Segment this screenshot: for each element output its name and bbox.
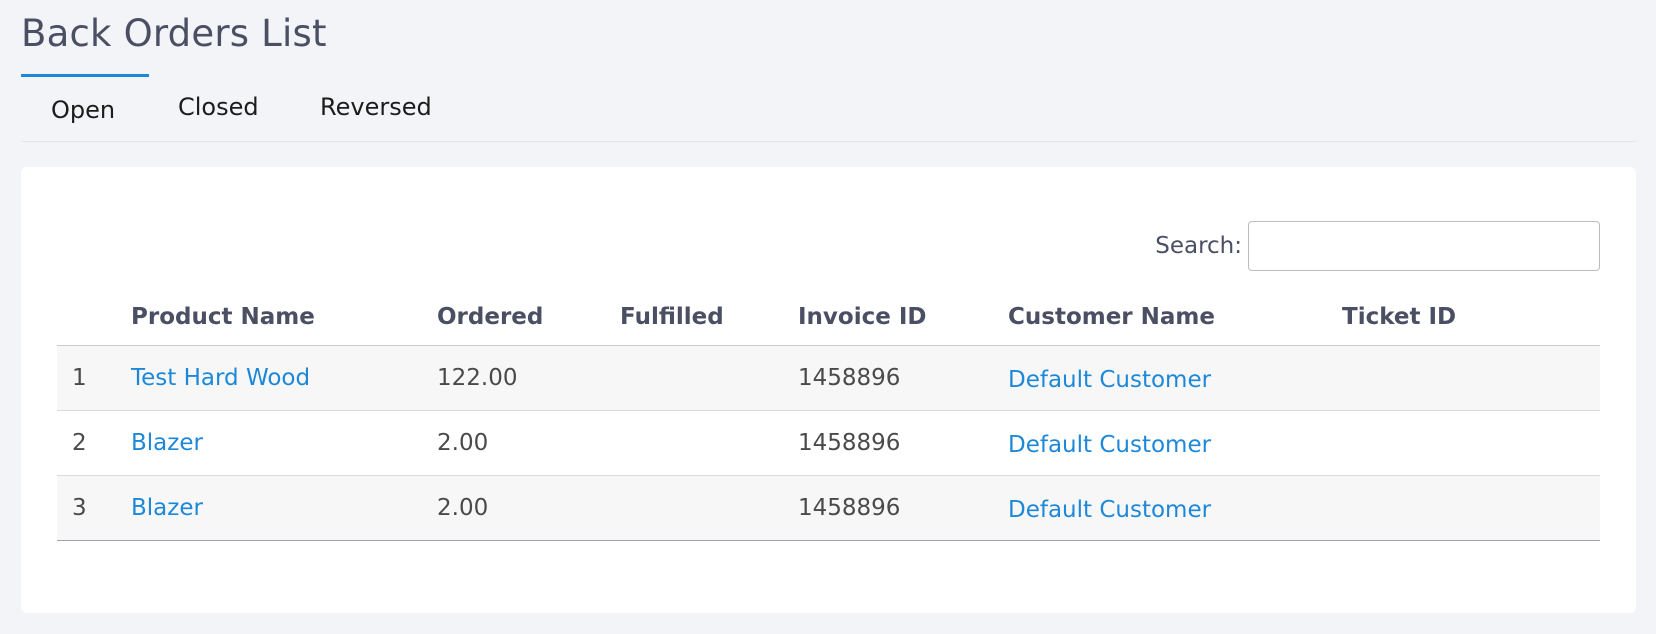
active-tab-indicator: [21, 74, 149, 77]
column-header-fulfilled[interactable]: Fulfilled: [620, 289, 798, 346]
table-row: 2 Blazer 2.00 1458896 Default Customer: [57, 410, 1600, 476]
customer-name-cell: Default Customer: [1008, 475, 1342, 541]
product-name-cell: Blazer: [131, 475, 437, 541]
invoice-id-cell: 1458896: [798, 475, 1008, 541]
page-title: Back Orders List: [21, 12, 327, 55]
column-header-customer-name[interactable]: Customer Name: [1008, 289, 1342, 346]
tab-closed[interactable]: Closed: [178, 93, 259, 121]
ordered-cell: 122.00: [437, 345, 620, 411]
table-row: 3 Blazer 2.00 1458896 Default Customer: [57, 475, 1600, 541]
product-link[interactable]: Test Hard Wood: [131, 365, 310, 391]
customer-link[interactable]: Default Customer: [1008, 497, 1211, 523]
fulfilled-cell: [620, 475, 798, 541]
column-header-product-name[interactable]: Product Name: [131, 289, 437, 346]
back-orders-card: Search: Product Name Ordered Fulfilled I…: [21, 167, 1636, 613]
search-group: Search:: [1155, 221, 1600, 271]
product-link[interactable]: Blazer: [131, 430, 203, 456]
tab-open[interactable]: Open: [51, 96, 115, 124]
customer-link[interactable]: Default Customer: [1008, 432, 1211, 458]
search-label: Search:: [1155, 233, 1242, 259]
customer-link[interactable]: Default Customer: [1008, 367, 1211, 393]
back-orders-table: Product Name Ordered Fulfilled Invoice I…: [57, 289, 1600, 541]
table-row: 1 Test Hard Wood 122.00 1458896 Default …: [57, 345, 1600, 411]
tab-reversed[interactable]: Reversed: [320, 93, 432, 121]
tab-bar: Open Closed Reversed: [21, 84, 1636, 142]
search-input[interactable]: [1248, 221, 1600, 271]
fulfilled-cell: [620, 410, 798, 476]
ordered-cell: 2.00: [437, 410, 620, 476]
ticket-id-cell: [1342, 475, 1600, 541]
ticket-id-cell: [1342, 410, 1600, 476]
product-name-cell: Test Hard Wood: [131, 345, 437, 411]
fulfilled-cell: [620, 345, 798, 411]
column-header-ticket-id[interactable]: Ticket ID: [1342, 289, 1600, 346]
row-index: 3: [57, 475, 131, 541]
invoice-id-cell: 1458896: [798, 410, 1008, 476]
product-name-cell: Blazer: [131, 410, 437, 476]
row-index: 1: [57, 345, 131, 411]
customer-name-cell: Default Customer: [1008, 345, 1342, 411]
invoice-id-cell: 1458896: [798, 345, 1008, 411]
row-index: 2: [57, 410, 131, 476]
column-header-ordered[interactable]: Ordered: [437, 289, 620, 346]
ordered-cell: 2.00: [437, 475, 620, 541]
customer-name-cell: Default Customer: [1008, 410, 1342, 476]
column-header-index: [57, 289, 131, 346]
ticket-id-cell: [1342, 345, 1600, 411]
column-header-invoice-id[interactable]: Invoice ID: [798, 289, 1008, 346]
table-header-row: Product Name Ordered Fulfilled Invoice I…: [57, 289, 1600, 346]
product-link[interactable]: Blazer: [131, 495, 203, 521]
